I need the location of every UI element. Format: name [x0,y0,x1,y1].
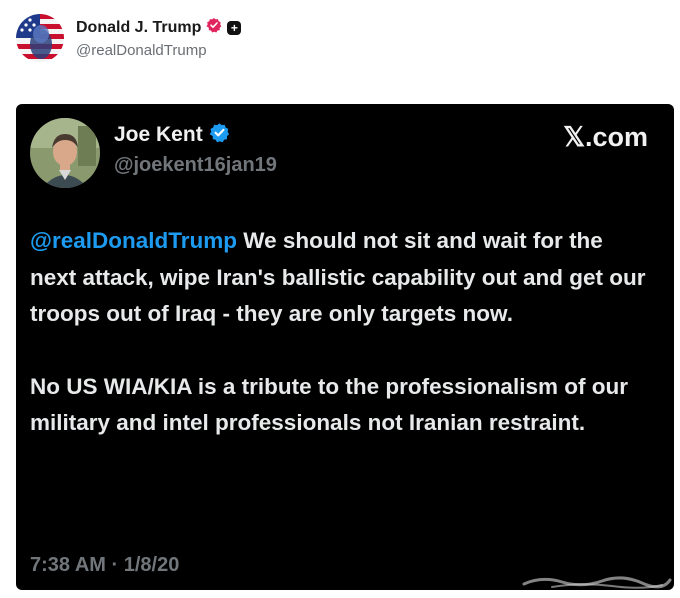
poster-avatar[interactable] [16,14,64,62]
verified-badge-icon [209,122,230,148]
plus-badge-icon: + [227,20,242,35]
poster-name[interactable]: Donald J. Trump [76,19,201,37]
x-logo-link[interactable]: 𝕏.com [563,122,648,153]
tweet-paragraph: @realDonaldTrump We should not sit and w… [30,223,650,333]
author-avatar[interactable] [30,118,100,188]
poster-handle[interactable]: @realDonaldTrump [76,42,241,59]
embedded-tweet-card[interactable]: Joe Kent @joekent16jan19 𝕏.com @realDona… [16,104,674,590]
tweet-text: @realDonaldTrump We should not sit and w… [30,223,650,442]
mention-link[interactable]: @realDonaldTrump [30,228,237,253]
verified-badge-icon [206,17,222,38]
author-handle[interactable]: @joekent16jan19 [114,154,277,177]
tweet-paragraph: No US WIA/KIA is a tribute to the profes… [30,373,628,436]
author-name[interactable]: Joe Kent [114,123,203,147]
tweet-timestamp[interactable]: 7:38 AM · 1/8/20 [30,554,179,577]
poster-header: Donald J. Trump + @realDonaldTrump [16,14,242,62]
watermark-smudge [522,570,672,592]
